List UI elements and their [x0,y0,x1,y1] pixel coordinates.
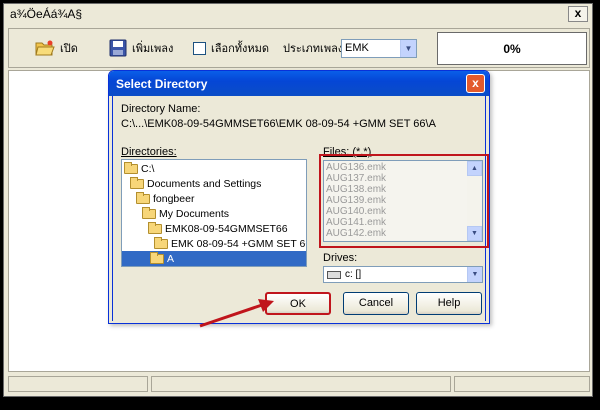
status-panel [151,376,451,392]
drive-value: c: [] [345,269,362,280]
annotation-arrow [199,299,274,328]
directory-item[interactable]: EMK 08-09-54 +GMM SET 66 [154,236,307,251]
dialog-body: Directory Name: C:\...\EMK08-09-54GMMSET… [112,96,489,321]
directory-item-selected[interactable]: A [122,251,306,266]
dialog-close-button[interactable]: x [466,74,485,93]
dropdown-arrow-icon[interactable]: ▼ [467,267,482,282]
song-type-select[interactable]: EMK ▼ [341,39,417,58]
folder-icon [150,251,164,264]
directory-item-label: My Documents [159,207,230,220]
folder-icon [148,221,162,234]
song-type-label-wrap: ประเภทเพลง [283,37,343,59]
song-type-label: ประเภทเพลง [283,43,344,55]
status-bar [8,376,590,392]
add-songs-button[interactable]: เพิ่มเพลง [109,37,173,59]
dropdown-arrow-icon[interactable]: ▼ [400,40,416,57]
status-panel [8,376,148,392]
folder-open-icon [35,40,55,56]
directory-item[interactable]: fongbeer [136,191,194,206]
directory-item[interactable]: My Documents [142,206,229,221]
directory-name-label: Directory Name: [121,103,201,115]
folder-icon [124,161,138,174]
highlight-box [319,154,489,248]
directory-item-label: fongbeer [153,192,195,205]
directory-item-label: EMK 08-09-54 +GMM SET 66 [171,237,307,250]
cancel-button[interactable]: Cancel [343,292,409,315]
progress-display: 0% [437,32,587,65]
directory-item-label: C:\ [141,162,155,175]
song-type-value: EMK [345,42,369,54]
main-titlebar: a¾ÖeÁá¾A§ x [4,4,592,24]
directories-label: Directories: [121,146,177,158]
directory-item-label: EMK08-09-54GMMSET66 [165,222,288,235]
select-directory-dialog: Select Directory x Directory Name: C:\..… [108,70,490,324]
folder-icon [136,191,150,204]
status-panel [454,376,590,392]
main-window-title: a¾ÖeÁá¾A§ [10,7,83,21]
toolbar: เปิด เพิ่มเพลง เลือกทั้งหมด ประเภทเพลง E… [8,28,590,68]
directory-item[interactable]: EMK08-09-54GMMSET66 [148,221,288,236]
directory-item-label: Documents and Settings [147,177,262,190]
main-close-button[interactable]: x [568,6,588,22]
directory-path: C:\...\EMK08-09-54GMMSET66\EMK 08-09-54 … [121,118,436,130]
drive-icon [327,270,341,279]
drives-select[interactable]: c: [] ▼ [323,266,483,283]
open-button[interactable]: เปิด [35,37,78,59]
add-songs-label: เพิ่มเพลง [132,43,174,55]
directories-list[interactable]: C:\ Documents and Settings fongbeer My D… [121,159,307,267]
screenshot-frame: a¾ÖeÁá¾A§ x เปิด เพิ่มเพลง เลือกทั้งหมด … [0,0,600,410]
directory-item-label: A [167,252,175,265]
directory-item[interactable]: Documents and Settings [130,176,261,191]
checkbox-box[interactable] [193,41,206,55]
folder-icon [130,176,144,189]
dialog-title: Select Directory [116,77,208,91]
drives-label: Drives: [323,252,358,264]
select-all-checkbox[interactable]: เลือกทั้งหมด [193,37,269,59]
open-label: เปิด [60,43,78,55]
directory-item[interactable]: C:\ [124,161,154,176]
floppy-disk-icon [109,39,127,57]
select-all-label: เลือกทั้งหมด [211,43,270,55]
folder-icon [154,236,168,249]
folder-icon [142,206,156,219]
dialog-titlebar: Select Directory x [109,71,489,96]
help-button[interactable]: Help [416,292,482,315]
